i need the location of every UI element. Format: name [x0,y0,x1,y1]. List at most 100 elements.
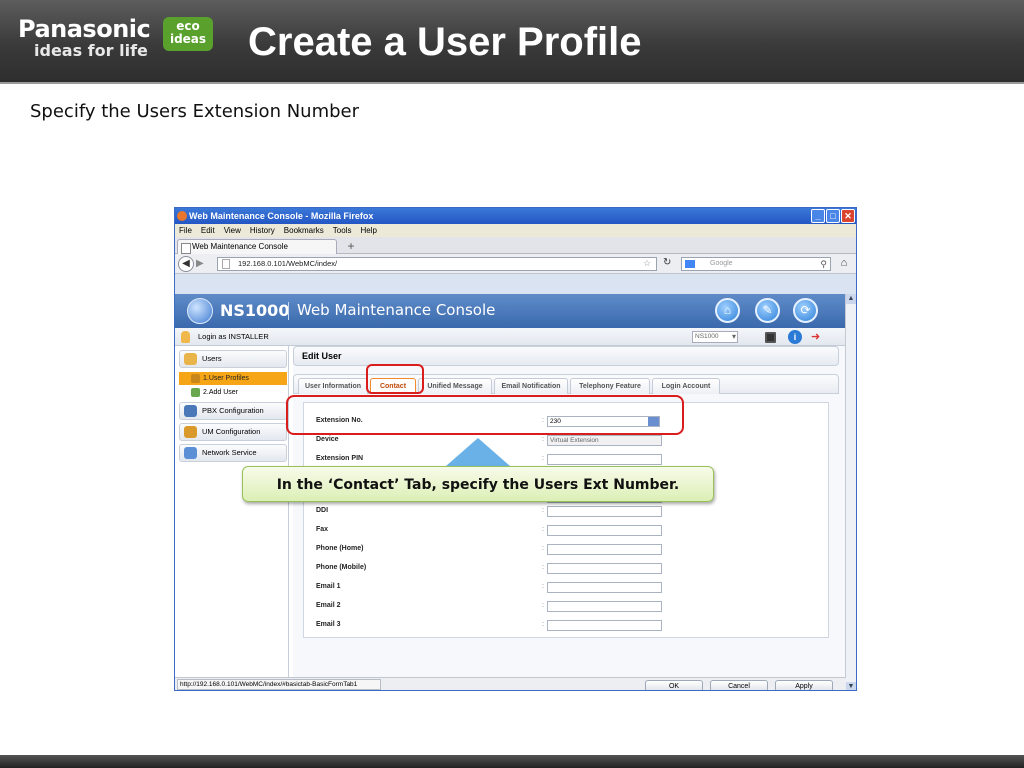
reload-icon[interactable]: ↻ [663,257,671,268]
sidebar-item-users[interactable]: Users [179,350,287,368]
colon: : [542,621,544,628]
browser-menu-bar: File Edit View History Bookmarks Tools H… [175,224,856,237]
google-icon [685,260,695,268]
address-bar[interactable]: 192.168.0.101/WebMC/index/ [217,257,657,271]
menu-bookmarks[interactable]: Bookmarks [284,224,324,237]
eco-ideas-logo: eco ideas [163,17,213,51]
browser-window: Web Maintenance Console - Mozilla Firefo… [174,207,857,691]
logout-icon[interactable]: ➜ [811,331,820,343]
fax-field[interactable] [547,525,662,536]
app-home-icon[interactable]: ⌂ [715,298,740,323]
save-icon[interactable] [765,332,776,343]
sidebar-item-label: Network Service [202,448,257,457]
status-url: http://192.168.0.101/WebMC/index/#basict… [177,679,381,690]
phone-home-label: Phone (Home) [316,545,364,552]
search-placeholder: Google [710,260,733,267]
contact-form: Extension No. : 230 Device : Virtual Ext… [303,402,829,638]
sidebar-item-label: UM Configuration [202,427,261,436]
firefox-icon [177,211,187,221]
callout-arrow [446,438,510,466]
bookmark-star-icon[interactable]: ☆ [643,258,651,269]
menu-tools[interactable]: Tools [333,224,352,237]
colon: : [542,583,544,590]
sidebar-item-um[interactable]: UM Configuration [179,423,287,441]
minimize-icon[interactable]: _ [811,209,825,223]
tab-unified-message[interactable]: Unified Message [418,378,492,394]
colon: : [542,526,544,533]
browser-tab[interactable]: Web Maintenance Console [177,239,337,254]
ok-button[interactable]: OK [645,680,703,690]
app-header: NS1000 Web Maintenance Console ⌂ ✎ ⟳ [175,294,847,328]
system-select[interactable]: NS1000 [692,331,738,343]
contact-tab-highlight [366,364,424,394]
slide-subtitle: Specify the Users Extension Number [30,101,360,122]
browser-nav-bar: ◀ ▶ 192.168.0.101/WebMC/index/ ☆ ↻ Googl… [175,254,856,274]
add-user-icon [191,388,200,397]
close-icon[interactable]: ✕ [841,209,855,223]
forward-arrow-icon[interactable]: ▶ [196,258,204,269]
phone-mobile-field[interactable] [547,563,662,574]
maximize-icon[interactable]: □ [826,209,840,223]
fax-label: Fax [316,526,329,533]
sync-icon[interactable]: ⟳ [793,298,818,323]
ddi-label: DDI [316,507,329,514]
network-icon [184,447,197,459]
email3-field[interactable] [547,620,662,631]
colon: : [542,602,544,609]
pbx-icon [184,405,197,417]
browser-tab-strip: Web Maintenance Console + [175,237,856,254]
menu-history[interactable]: History [250,224,275,237]
browser-status-bar: http://192.168.0.101/WebMC/index/#basict… [175,677,846,690]
back-arrow-icon[interactable]: ◀ [178,256,194,272]
tab-login-account[interactable]: Login Account [652,378,720,394]
colon: : [542,455,544,462]
menu-view[interactable]: View [224,224,241,237]
extension-field-highlight [286,395,684,435]
eco-line2: ideas [169,32,207,46]
new-tab-button[interactable]: + [341,239,361,254]
menu-file[interactable]: File [179,224,192,237]
home-icon[interactable]: ⌂ [835,257,853,271]
tab-user-information[interactable]: User Information [298,378,368,394]
user-icon [181,331,190,343]
extension-pin-field[interactable] [547,454,662,465]
scroll-up-icon[interactable]: ▲ [846,294,856,304]
email1-field[interactable] [547,582,662,593]
browser-window-title: Web Maintenance Console - Mozilla Firefo… [189,211,374,221]
slide-title: Create a User Profile [248,20,642,64]
console-title: Web Maintenance Console [297,301,496,319]
tools-icon[interactable]: ✎ [755,298,780,323]
scroll-down-icon[interactable]: ▼ [846,682,856,690]
cancel-button[interactable]: Cancel [710,680,768,690]
tab-email-notification[interactable]: Email Notification [494,378,568,394]
menu-help[interactable]: Help [360,224,376,237]
sidebar-item-label: Users [202,354,222,363]
sidebar-item-pbx[interactable]: PBX Configuration [179,402,287,420]
um-icon [184,426,197,438]
vertical-scrollbar[interactable]: ▲ ▼ [845,294,856,690]
email2-field[interactable] [547,601,662,612]
phone-mobile-label: Phone (Mobile) [316,564,367,571]
phone-home-field[interactable] [547,544,662,555]
title-bar: Panasonic ideas for life eco ideas Creat… [0,0,1024,84]
search-input[interactable]: Google ⚲ [681,257,831,271]
sidebar-item-network[interactable]: Network Service [179,444,287,462]
apply-button[interactable]: Apply [775,680,833,690]
globe-icon [187,298,213,324]
product-name: NS1000 [220,301,290,320]
tab-telephony-feature[interactable]: Telephony Feature [570,378,650,394]
sidebar-item-label: PBX Configuration [202,406,264,415]
search-icon[interactable]: ⚲ [820,258,827,270]
menu-edit[interactable]: Edit [201,224,215,237]
sidebar-item-user-profiles[interactable]: 1.User Profiles [179,372,287,385]
info-icon[interactable]: i [788,330,802,344]
users-icon [184,353,197,365]
brand-tagline: ideas for life [34,41,148,60]
page-icon [222,259,230,269]
ddi-field[interactable] [547,506,662,517]
email1-label: Email 1 [316,583,341,590]
email3-label: Email 3 [316,621,341,628]
profile-icon [191,374,200,383]
sidebar-item-add-user[interactable]: 2.Add User [179,386,287,399]
sidebar-item-label: 2.Add User [203,389,239,396]
